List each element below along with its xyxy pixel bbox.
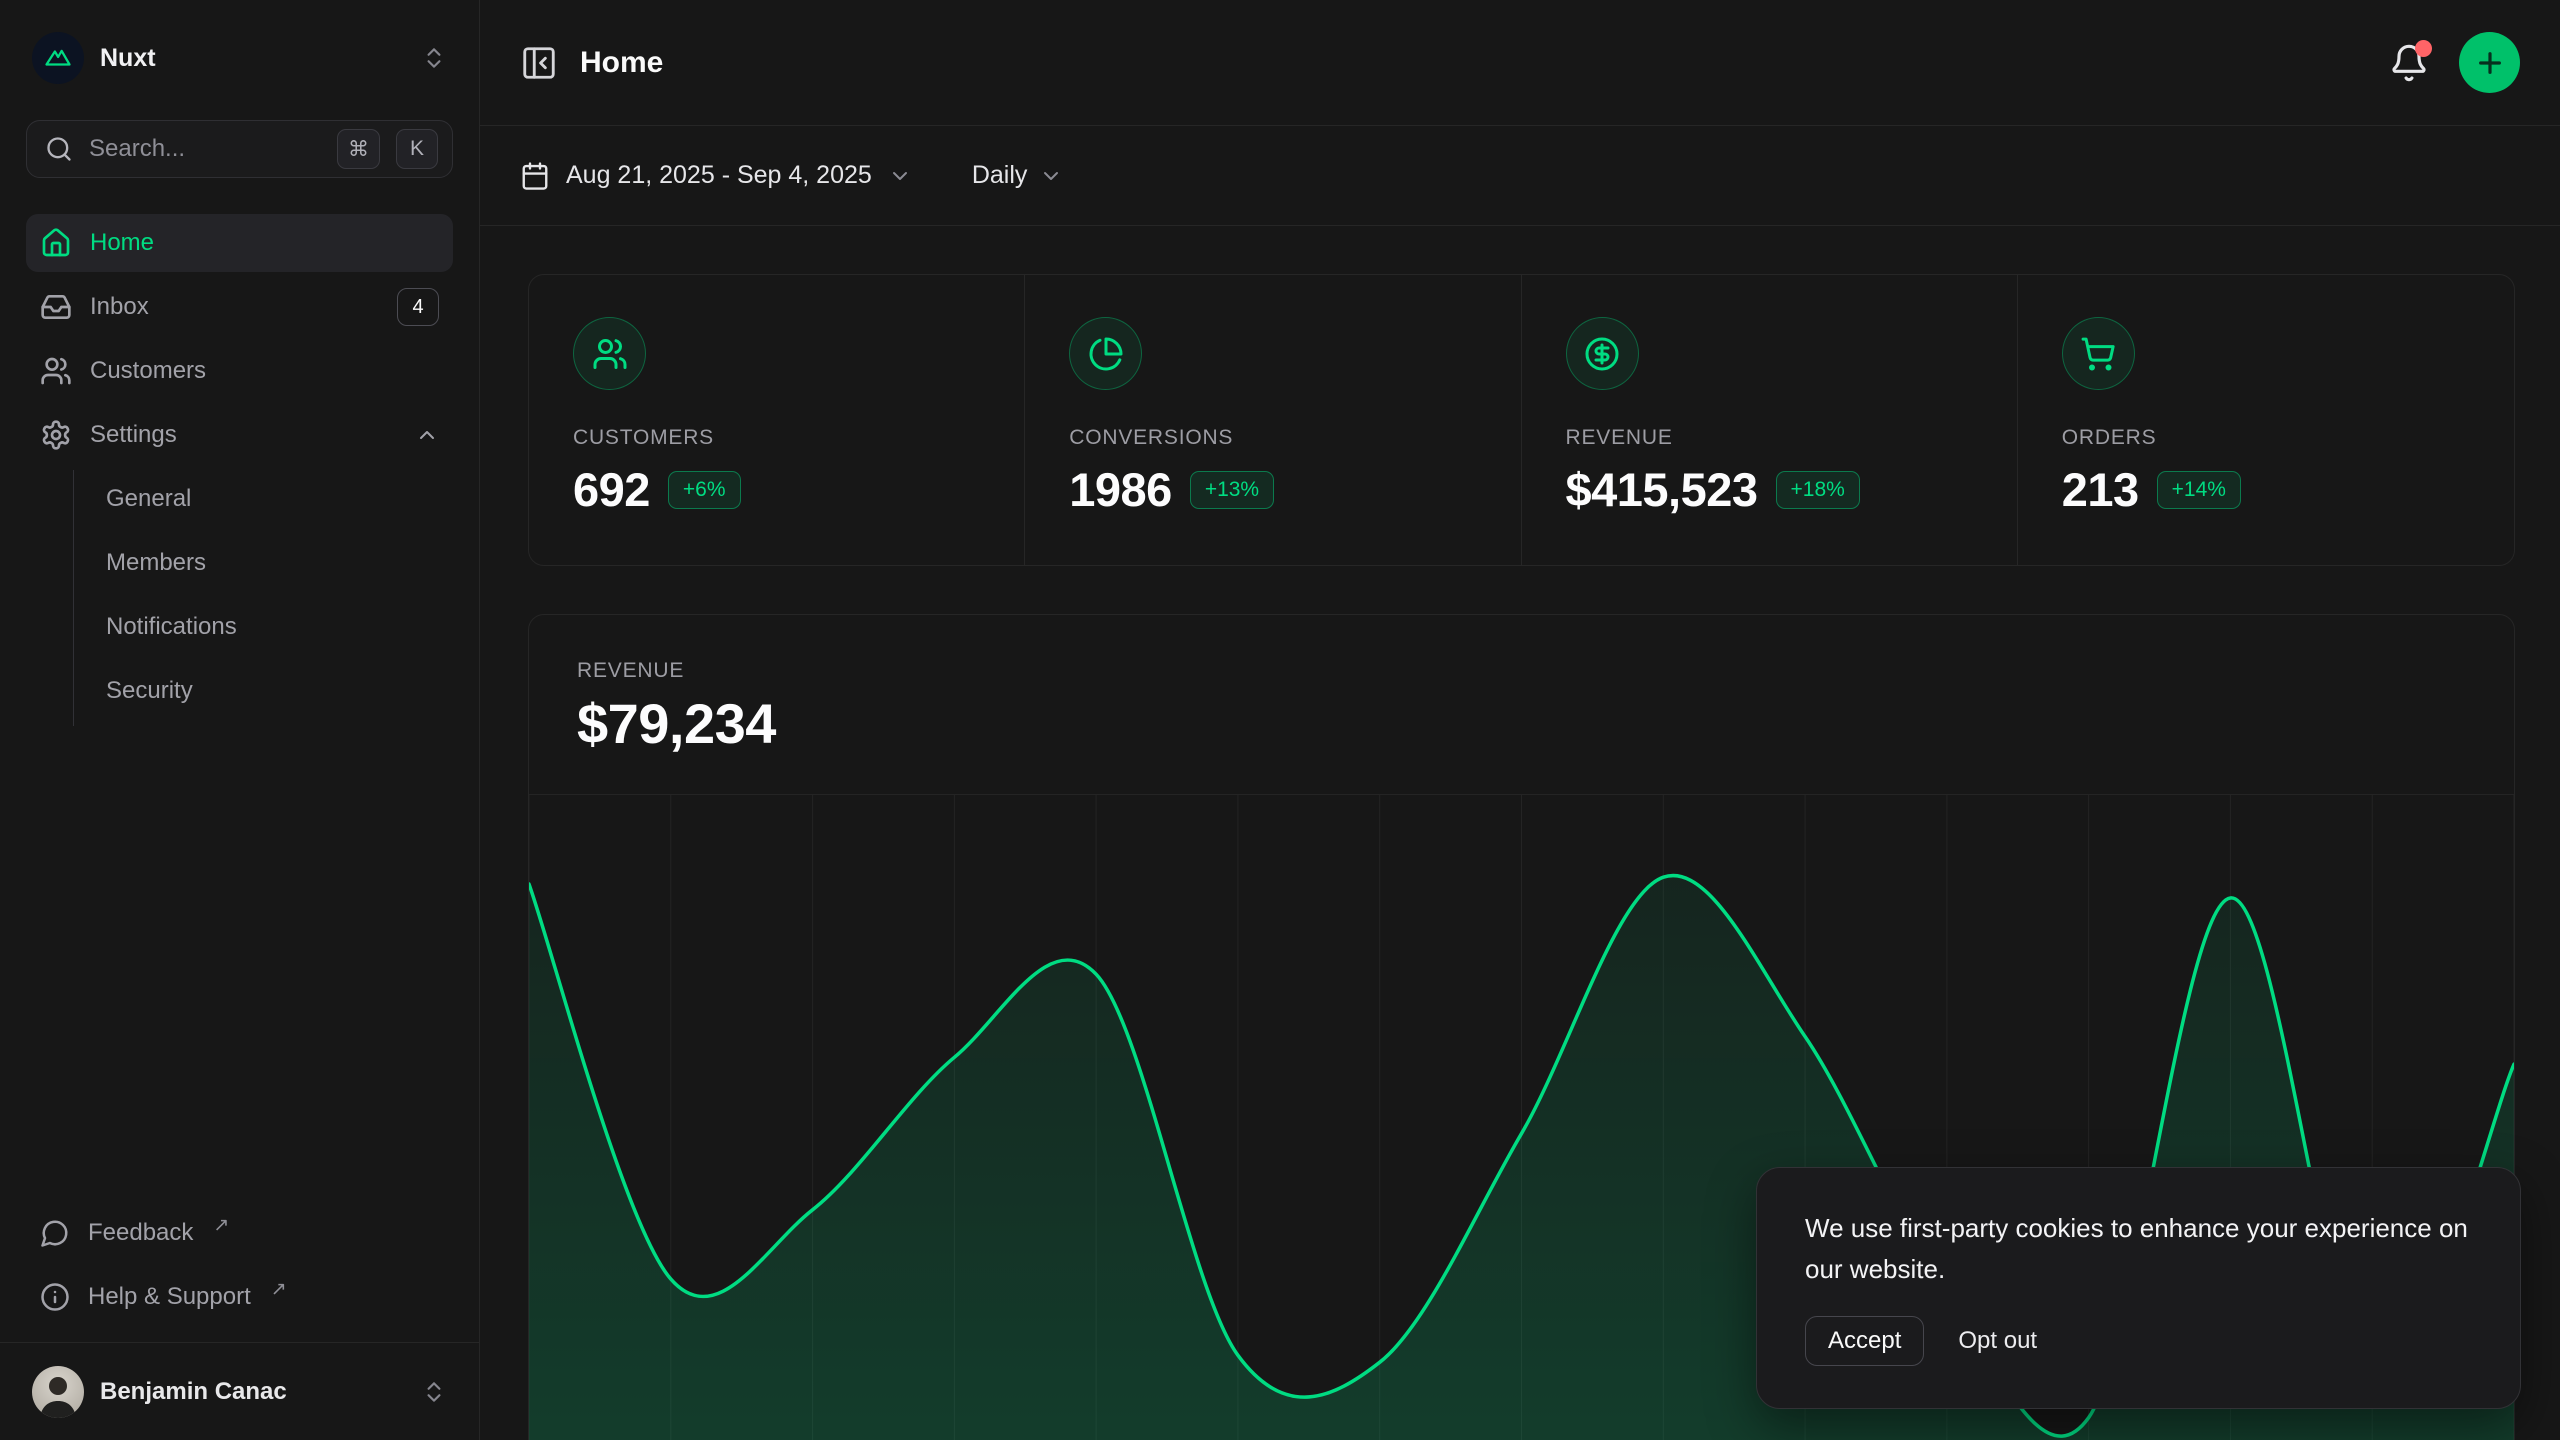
avatar — [32, 1366, 84, 1418]
sidebar-nav: Home Inbox 4 Customers Settings Ge — [26, 214, 453, 726]
user-name: Benjamin Canac — [100, 1378, 405, 1406]
granularity-select[interactable]: Daily — [972, 161, 1064, 190]
notification-dot — [2415, 40, 2432, 57]
external-link-icon: ↗ — [271, 1278, 287, 1301]
accept-button[interactable]: Accept — [1805, 1316, 1924, 1366]
workspace-name: Nuxt — [100, 44, 405, 73]
users-icon — [573, 317, 646, 390]
external-link-icon: ↗ — [213, 1214, 229, 1237]
users-icon — [40, 355, 72, 387]
chevron-down-icon — [1039, 164, 1063, 188]
stat-card-orders[interactable]: ORDERS 213 +14% — [2018, 275, 2514, 565]
collapse-sidebar-icon[interactable] — [520, 44, 558, 82]
settings-subnav: General Members Notifications Security — [73, 470, 453, 726]
chat-bubble-icon — [40, 1218, 70, 1248]
info-circle-icon — [40, 1282, 70, 1312]
granularity-value: Daily — [972, 161, 1028, 190]
page-title: Home — [580, 46, 663, 80]
sidebar-item-general[interactable]: General — [106, 470, 453, 528]
stat-value: 1986 — [1069, 462, 1172, 517]
feedback-link[interactable]: Feedback ↗ — [26, 1204, 453, 1262]
search-placeholder: Search... — [89, 135, 321, 163]
stats-row: CUSTOMERS 692 +6% CONVERSIONS 1986 +13% — [528, 274, 2515, 566]
workspace-switcher[interactable]: Nuxt — [26, 24, 453, 92]
stat-label: CUSTOMERS — [573, 426, 980, 450]
stat-label: ORDERS — [2062, 426, 2470, 450]
pie-chart-icon — [1069, 317, 1142, 390]
search-input[interactable]: Search... ⌘ K — [26, 120, 453, 178]
notifications-button[interactable] — [2389, 43, 2429, 83]
add-button[interactable] — [2459, 32, 2520, 93]
inbox-count-badge: 4 — [397, 288, 439, 326]
stat-value: 213 — [2062, 462, 2139, 517]
nuxt-logo — [32, 32, 84, 84]
stat-value: $415,523 — [1566, 462, 1758, 517]
cart-icon — [2062, 317, 2135, 390]
calendar-icon — [520, 161, 550, 191]
opt-out-button[interactable]: Opt out — [1958, 1327, 2037, 1355]
cookie-banner: We use first-party cookies to enhance yo… — [1756, 1167, 2521, 1409]
kbd-k: K — [396, 129, 438, 169]
chevron-up-down-icon[interactable] — [421, 45, 447, 71]
user-menu[interactable]: Benjamin Canac — [26, 1343, 453, 1440]
inbox-icon — [40, 291, 72, 323]
sidebar-item-label: Inbox — [90, 293, 379, 321]
sidebar-item-notifications[interactable]: Notifications — [106, 598, 453, 656]
stat-delta-badge: +13% — [1190, 471, 1274, 509]
stat-card-conversions[interactable]: CONVERSIONS 1986 +13% — [1025, 275, 1521, 565]
chevron-up-down-icon — [421, 1379, 447, 1405]
sidebar-item-label: Settings — [90, 421, 397, 449]
stat-delta-badge: +14% — [2157, 471, 2241, 509]
stat-label: REVENUE — [1566, 426, 1973, 450]
stat-label: CONVERSIONS — [1069, 426, 1476, 450]
dollar-circle-icon — [1566, 317, 1639, 390]
cookie-message: We use first-party cookies to enhance yo… — [1805, 1208, 2472, 1290]
sidebar-item-label: Customers — [90, 357, 439, 385]
sidebar: Nuxt Search... ⌘ K Home Inbox 4 — [0, 0, 480, 1440]
chevron-up-icon — [415, 423, 439, 447]
sidebar-item-label: Home — [90, 229, 439, 257]
help-support-label: Help & Support — [88, 1283, 251, 1311]
sidebar-item-inbox[interactable]: Inbox 4 — [26, 278, 453, 336]
help-support-link[interactable]: Help & Support ↗ — [26, 1268, 453, 1326]
search-icon — [45, 135, 73, 163]
gear-icon — [40, 419, 72, 451]
sidebar-item-customers[interactable]: Customers — [26, 342, 453, 400]
stat-value: 692 — [573, 462, 650, 517]
stat-card-revenue[interactable]: REVENUE $415,523 +18% — [1522, 275, 2018, 565]
sidebar-item-members[interactable]: Members — [106, 534, 453, 592]
chevron-down-icon — [888, 164, 912, 188]
date-range-value: Aug 21, 2025 - Sep 4, 2025 — [566, 161, 872, 190]
date-range-picker[interactable]: Aug 21, 2025 - Sep 4, 2025 — [520, 161, 912, 191]
home-icon — [40, 227, 72, 259]
page-header: Home — [480, 0, 2560, 126]
sidebar-item-home[interactable]: Home — [26, 214, 453, 272]
feedback-label: Feedback — [88, 1219, 193, 1247]
filter-bar: Aug 21, 2025 - Sep 4, 2025 Daily — [480, 126, 2560, 226]
revenue-chart-value: $79,234 — [577, 691, 2466, 756]
kbd-cmd: ⌘ — [337, 129, 380, 169]
revenue-chart-label: REVENUE — [577, 659, 2466, 683]
stat-delta-badge: +6% — [668, 471, 741, 509]
stat-delta-badge: +18% — [1776, 471, 1860, 509]
stat-card-customers[interactable]: CUSTOMERS 692 +6% — [529, 275, 1025, 565]
sidebar-item-settings[interactable]: Settings — [26, 406, 453, 464]
sidebar-item-security[interactable]: Security — [106, 662, 453, 720]
